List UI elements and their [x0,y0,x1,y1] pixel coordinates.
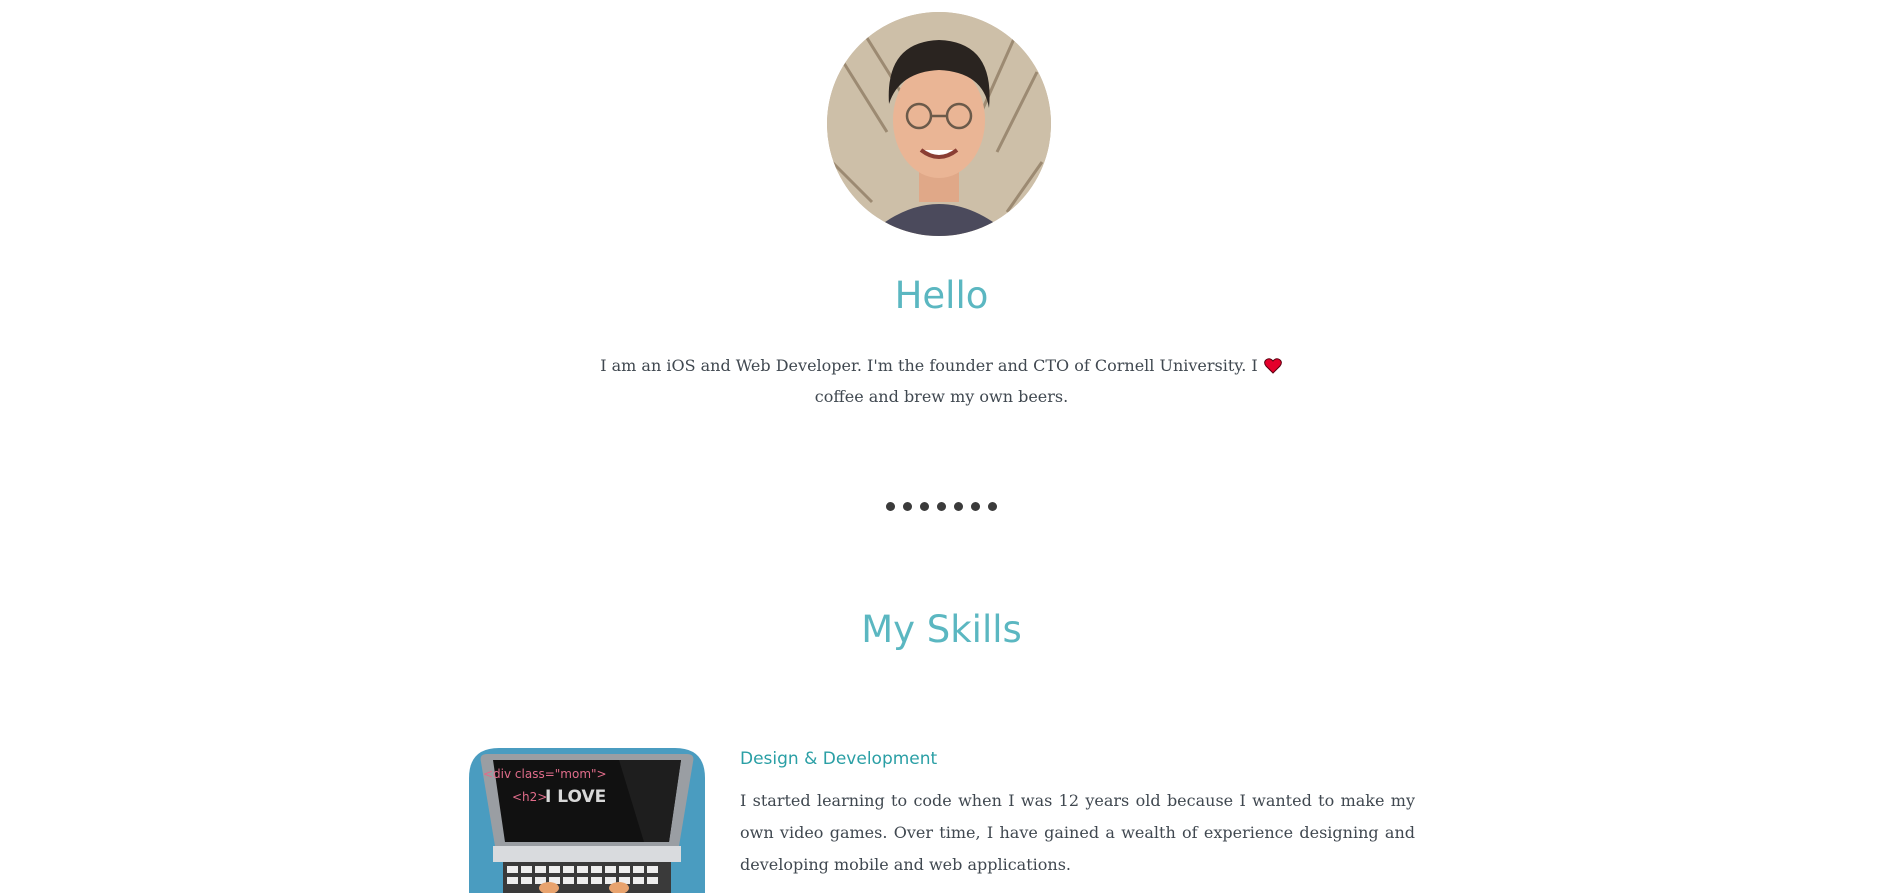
laptop-illustration-icon: <div class="mom"> <h2> I LOVE [469,748,705,893]
divider-dot [886,502,895,511]
profile-avatar [827,12,1051,236]
skill-description: I started learning to code when I was 12… [740,791,1415,874]
intro-text-before: I am an iOS and Web Developer. I'm the f… [600,356,1258,375]
greeting-heading: Hello [894,274,989,317]
divider-dot [937,502,946,511]
intro-text: I am an iOS and Web Developer. I'm the f… [600,350,1283,412]
code-line-1: <div class="mom"> [483,767,607,781]
divider-dot [971,502,980,511]
divider-dot [988,502,997,511]
divider-dot [954,502,963,511]
divider-dot [903,502,912,511]
section-divider [0,502,1883,511]
intro-text-after: coffee and brew my own beers. [814,387,1069,406]
code-line-2-text: I LOVE [545,787,606,807]
heart-icon [1263,358,1282,374]
skill-illustration: <div class="mom"> <h2> I LOVE [469,748,705,893]
skills-section-title: My Skills [861,608,1022,651]
code-line-2-tag: <h2> [512,790,547,804]
divider-dot [920,502,929,511]
skill-heading-design-development: Design & Development [740,749,938,769]
profile-photo-icon [827,12,1051,236]
